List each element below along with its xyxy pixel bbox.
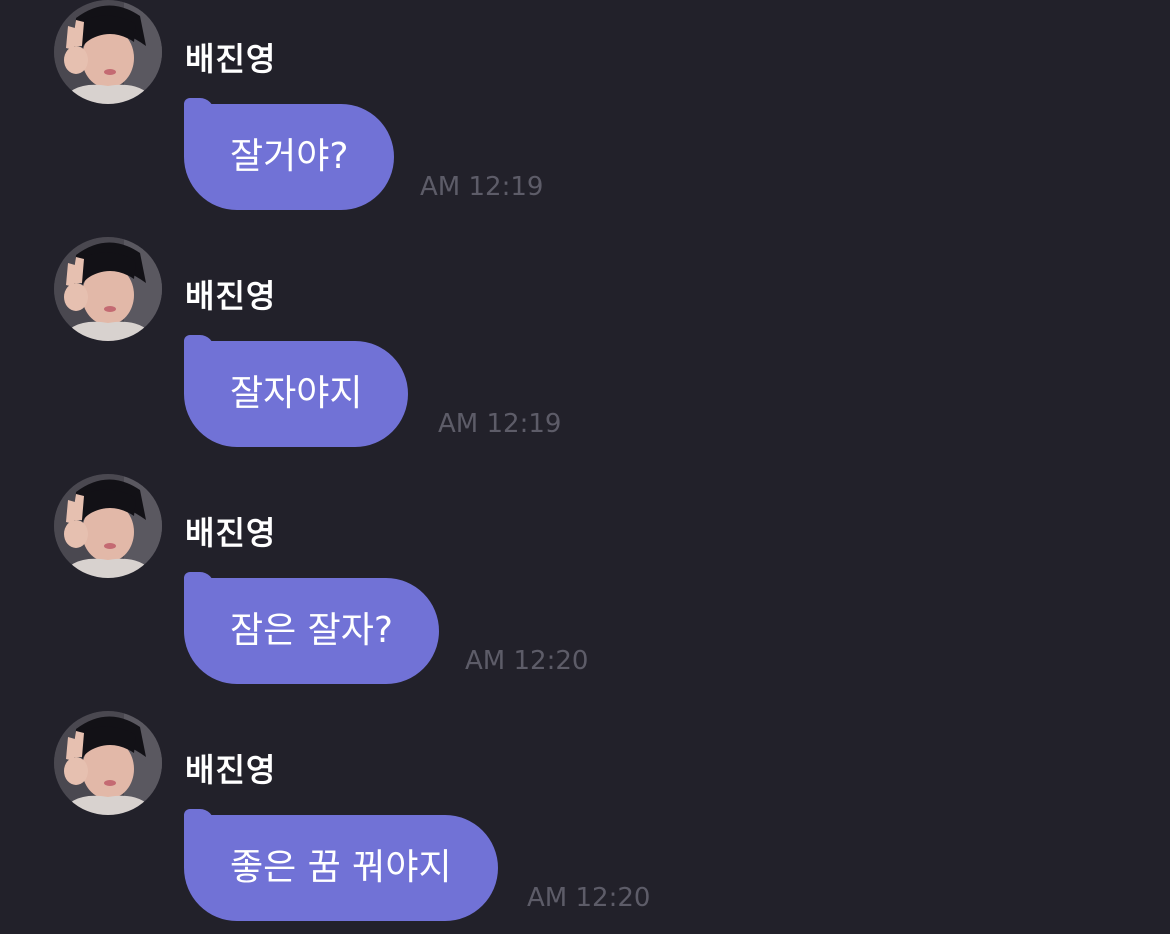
sender-name: 배진영 xyxy=(185,40,277,78)
sender-name: 배진영 xyxy=(185,751,277,789)
avatar[interactable] xyxy=(54,711,162,815)
message-bubble[interactable]: 잠은 잘자? xyxy=(184,578,440,684)
profile-photo-icon xyxy=(54,711,162,815)
message-bubble[interactable]: 잘거야? xyxy=(184,104,395,210)
message-timestamp: AM 12:20 xyxy=(465,646,589,676)
avatar[interactable] xyxy=(54,0,162,104)
chat-thread: 배진영 잘거야? AM 12:19 배진영 잘자야지 AM 12:19 배진영 … xyxy=(0,0,1170,934)
message-item: 배진영 잘거야? AM 12:19 xyxy=(0,0,1170,230)
message-item: 배진영 잠은 잘자? AM 12:20 xyxy=(0,474,1170,704)
message-timestamp: AM 12:20 xyxy=(527,883,651,913)
profile-photo-icon xyxy=(54,474,162,578)
message-bubble[interactable]: 잘자야지 xyxy=(184,341,409,447)
message-timestamp: AM 12:19 xyxy=(438,409,562,439)
sender-name: 배진영 xyxy=(185,514,277,552)
profile-photo-icon xyxy=(54,0,162,104)
avatar[interactable] xyxy=(54,237,162,341)
message-timestamp: AM 12:19 xyxy=(420,172,544,202)
message-item: 배진영 좋은 꿈 꿔야지 AM 12:20 xyxy=(0,711,1170,934)
profile-photo-icon xyxy=(54,237,162,341)
avatar[interactable] xyxy=(54,474,162,578)
sender-name: 배진영 xyxy=(185,277,277,315)
message-item: 배진영 잘자야지 AM 12:19 xyxy=(0,237,1170,467)
message-bubble[interactable]: 좋은 꿈 꿔야지 xyxy=(184,815,498,921)
